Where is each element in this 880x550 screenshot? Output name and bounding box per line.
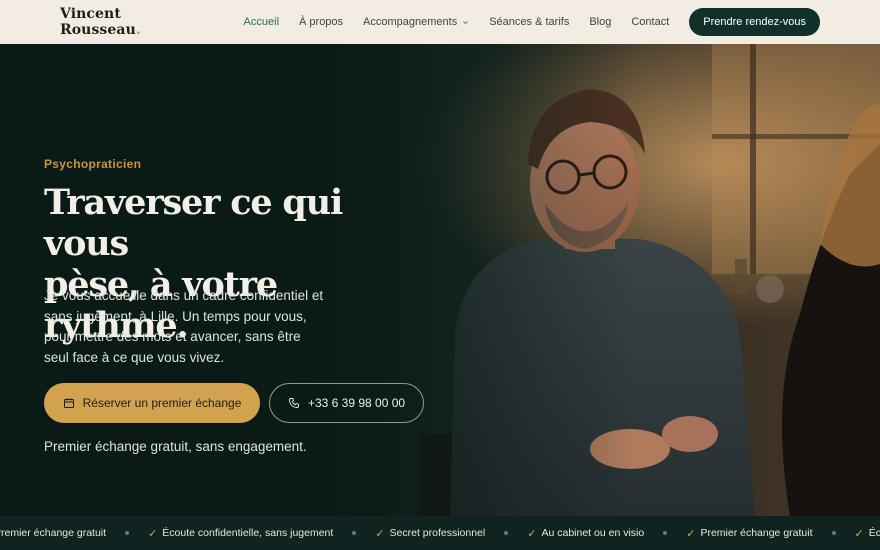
- nav-label: Contact: [631, 16, 670, 28]
- primary-button-label: Réserver un premier échange: [82, 396, 242, 410]
- brand-dot: .: [135, 22, 141, 38]
- ticker-item: Premier échange gratuit: [0, 527, 106, 539]
- phone-number-label: +33 6 39 98 00 00: [307, 396, 406, 410]
- hero-lead: Je vous accueille dans un cadre confiden…: [44, 288, 324, 365]
- ticker-separator: [831, 531, 836, 535]
- ticker-text: Premier échange gratuit: [0, 527, 107, 539]
- calendar-icon: [63, 398, 74, 408]
- ticker-item: ✓ Premier échange gratuit: [686, 527, 812, 540]
- book-appointment-button[interactable]: Prendre rendez-vous: [689, 8, 820, 36]
- check-icon: ✓: [686, 527, 696, 540]
- nav-item-seances-tarifs[interactable]: Séances & tarifs: [489, 16, 569, 28]
- check-icon: ✓: [854, 527, 864, 540]
- reassurance-ticker: Premier échange gratuit ✓ Écoute confiden…: [0, 516, 880, 550]
- ticker-track: Premier échange gratuit ✓ Écoute confiden…: [0, 516, 880, 550]
- nav-item-a-propos[interactable]: À propos: [299, 16, 343, 28]
- nav-item-blog[interactable]: Blog: [589, 16, 611, 28]
- phone-button[interactable]: +33 6 39 98 00 00: [269, 383, 424, 423]
- phone-icon: [289, 398, 299, 408]
- ticker-item: ✓ Écoute confidentielle, sans jugement: [148, 527, 333, 540]
- ticker-separator: [504, 531, 509, 535]
- ticker-separator: [125, 531, 130, 535]
- main-nav: Accueil À propos Accompagnements Séances…: [244, 16, 690, 28]
- check-icon: ✓: [148, 527, 158, 540]
- nav-label: Accompagnements: [363, 16, 458, 28]
- hero-note: Premier échange gratuit, sans engagement…: [44, 439, 307, 454]
- book-first-exchange-button[interactable]: Réserver un premier échange: [44, 383, 260, 423]
- check-icon: ✓: [527, 527, 537, 540]
- check-icon: ✓: [375, 527, 385, 540]
- ticker-text: Secret professionnel: [389, 527, 486, 539]
- ticker-separator: [663, 531, 668, 535]
- hero-section: Psychopraticien Traverser ce qui vous pè…: [0, 44, 880, 516]
- nav-item-contact[interactable]: Contact: [631, 16, 669, 28]
- ticker-item: ✓ Écoute confidentielle, sans jugement: [855, 527, 880, 540]
- nav-label: Blog: [589, 16, 612, 28]
- hero-eyebrow: Psychopraticien: [44, 157, 142, 171]
- nav-item-accueil[interactable]: Accueil: [244, 16, 279, 28]
- nav-item-accompagnements[interactable]: Accompagnements: [363, 16, 469, 28]
- ticker-text: Écoute confidentielle, sans jugement: [162, 527, 334, 539]
- brand-name: Vincent Rousseau: [60, 6, 136, 38]
- chevron-down-icon: [463, 20, 469, 24]
- ticker-item: ✓ Au cabinet ou en visio: [527, 527, 644, 540]
- ticker-text: Premier échange gratuit: [700, 527, 813, 539]
- ticker-separator: [352, 531, 357, 535]
- ticker-text: Au cabinet ou en visio: [541, 527, 645, 539]
- nav-label: Accueil: [243, 16, 280, 28]
- nav-label: Séances & tarifs: [489, 16, 570, 28]
- nav-label: À propos: [299, 16, 344, 28]
- site-header: Vincent Rousseau. Accueil À propos Accom…: [0, 0, 880, 44]
- headline-line-1: Traverser ce qui vous: [44, 182, 343, 264]
- ticker-text: Écoute confidentielle, sans jugement: [868, 527, 880, 539]
- brand-logo[interactable]: Vincent Rousseau.: [60, 6, 189, 38]
- ticker-item: ✓ Secret professionnel: [375, 527, 485, 540]
